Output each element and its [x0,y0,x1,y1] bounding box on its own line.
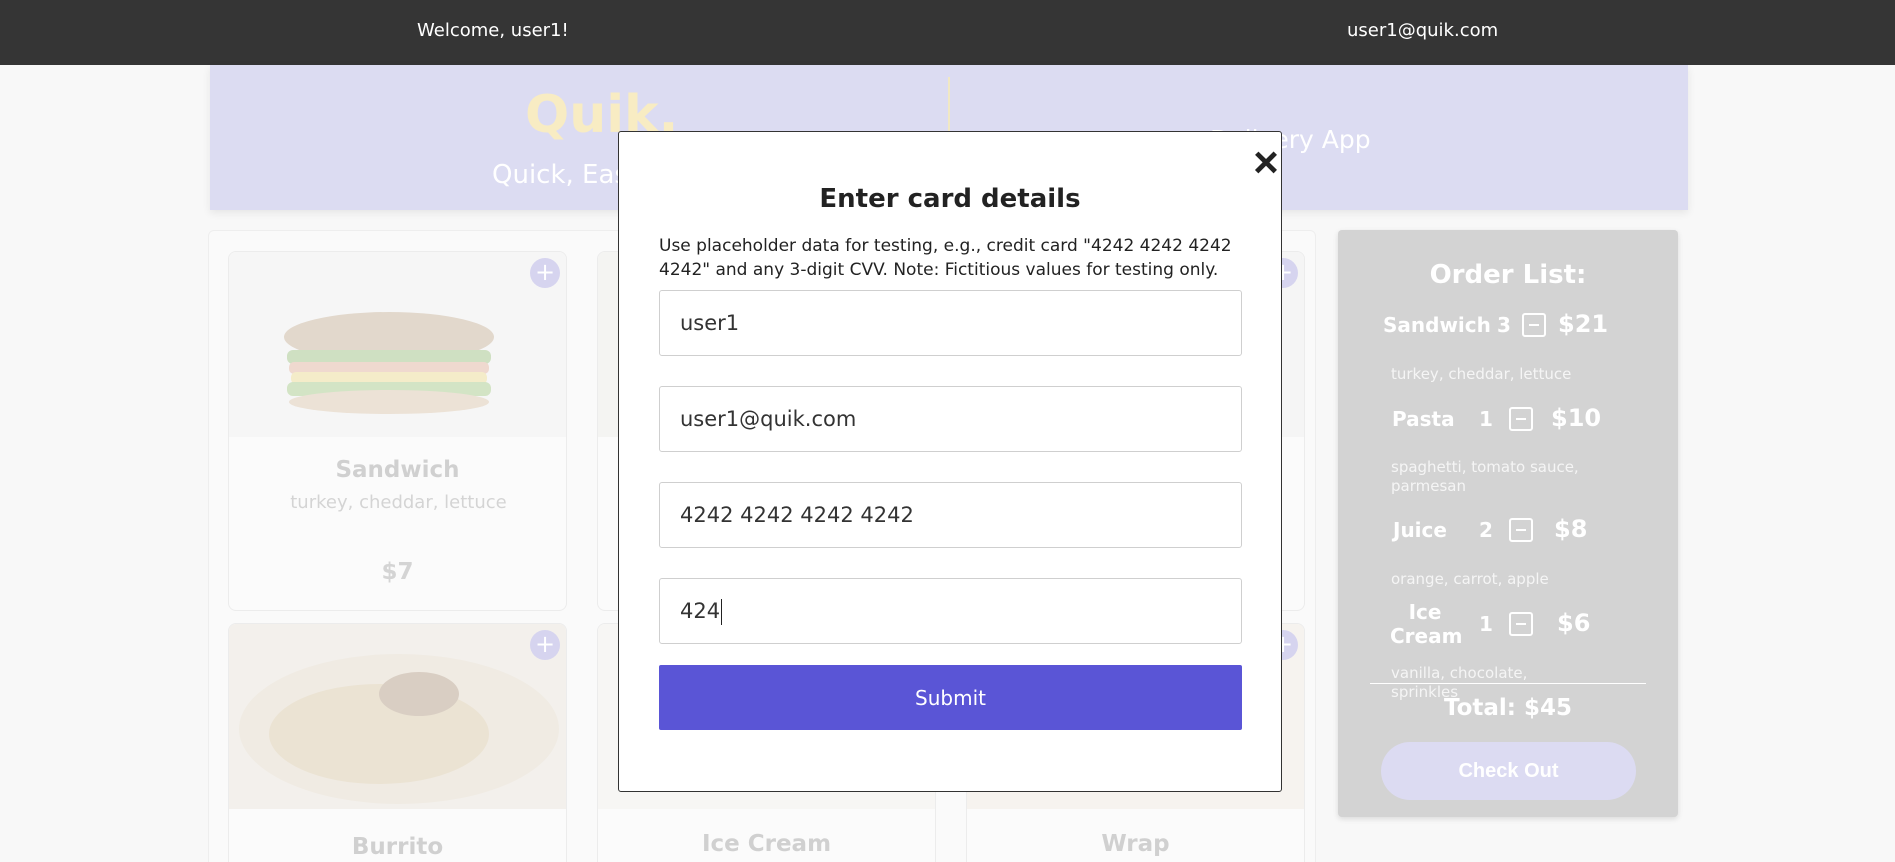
order-item-price: $21 [1558,310,1609,338]
order-item-name: Juice [1393,518,1447,542]
sandwich-image [229,252,566,437]
close-icon[interactable]: × [1249,141,1283,185]
menu-card-burrito[interactable]: + Burrito [228,623,567,862]
add-icon[interactable]: + [530,258,560,288]
item-name: Ice Cream [701,831,832,857]
order-item-name: Ice Cream [1390,600,1463,648]
minus-icon[interactable] [1509,518,1533,542]
email-field[interactable] [659,386,1242,452]
order-list-panel: Order List: Sandwich 3 $21 turkey, chedd… [1338,230,1678,817]
order-list-title: Order List: [1429,260,1587,290]
welcome-text: Welcome, user1! [417,20,569,41]
order-item-price: $10 [1551,404,1602,432]
modal-note: Use placeholder data for testing, e.g., … [659,236,1232,280]
order-item-qty: 3 [1497,313,1511,337]
cvv-field[interactable]: 424 [659,578,1242,644]
order-total: Total: $45 [1443,695,1573,721]
order-item-price: $6 [1557,609,1591,637]
modal-title: Enter card details [819,184,1081,214]
order-item-qty: 2 [1479,518,1493,542]
minus-icon[interactable] [1509,407,1533,431]
order-item-desc: turkey, cheddar, lettuce [1391,365,1572,383]
cvv-value: 424 [680,599,721,623]
checkout-button[interactable]: Check Out [1381,742,1636,800]
item-name: Wrap [1101,831,1170,857]
item-price: $7 [381,559,414,585]
add-icon[interactable]: + [530,630,560,660]
order-item-name: Sandwich [1383,313,1491,337]
item-name: Burrito [351,834,444,860]
order-divider [1370,683,1646,684]
order-item-desc: orange, carrot, apple [1391,570,1549,588]
order-item-price: $8 [1554,515,1588,543]
menu-card-sandwich[interactable]: + Sandwich turkey, cheddar, lettuce $7 [228,251,567,611]
name-field[interactable] [659,290,1242,356]
minus-icon[interactable] [1522,313,1546,337]
tagline: Quick, Eas [492,160,628,190]
card-number-field[interactable] [659,482,1242,548]
text-caret [721,599,723,625]
order-item-desc: spaghetti, tomato sauce, parmesan [1391,458,1579,495]
item-name: Sandwich [335,457,460,483]
order-item-name: Pasta [1392,407,1455,431]
burrito-illustration [239,654,559,804]
sandwich-illustration [284,312,494,414]
user-email: user1@quik.com [1347,20,1499,41]
minus-icon[interactable] [1509,612,1533,636]
order-item-qty: 1 [1479,612,1493,636]
order-item-qty: 1 [1479,407,1493,431]
card-details-modal: × Enter card details Use placeholder dat… [618,131,1282,792]
submit-button[interactable]: Submit [659,665,1242,730]
item-desc: turkey, cheddar, lettuce [290,492,507,513]
top-bar: Welcome, user1! user1@quik.com [0,0,1895,65]
burrito-image [229,624,566,809]
